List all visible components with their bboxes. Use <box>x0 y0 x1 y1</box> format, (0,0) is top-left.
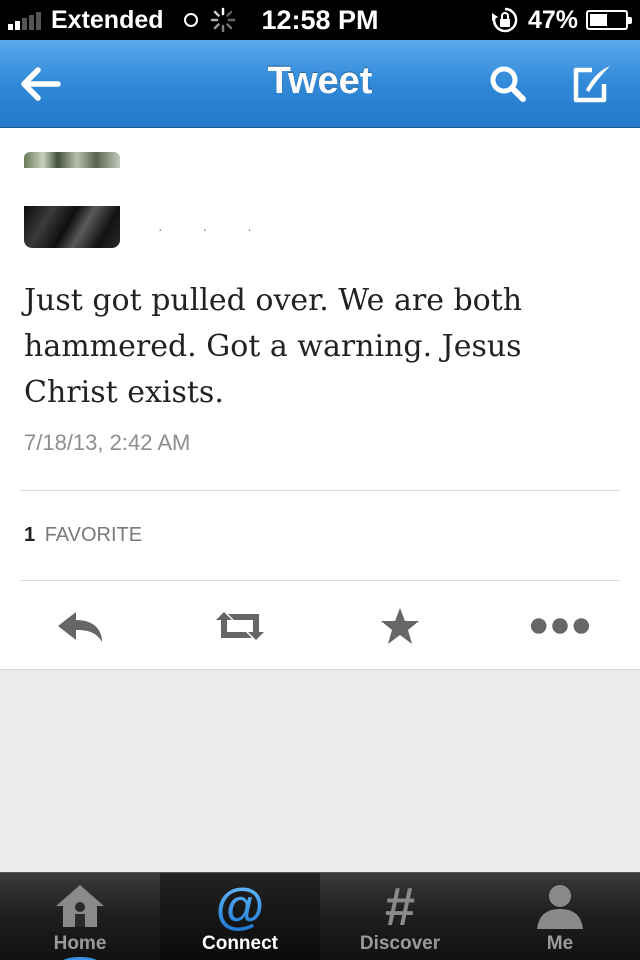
tab-connect[interactable]: @ Connect <box>160 873 320 960</box>
favorite-button[interactable] <box>370 602 430 650</box>
favorites-label: FAVORITE <box>44 524 143 546</box>
star-icon <box>381 608 419 644</box>
tab-label: Discover <box>359 933 441 954</box>
home-icon <box>56 885 104 927</box>
tweet-timestamp: 7/18/13, 2:42 AM <box>24 430 191 455</box>
tab-discover[interactable]: # Discover <box>320 873 480 960</box>
at-icon: @ <box>216 881 265 931</box>
nav-bar: Tweet <box>0 40 640 128</box>
divider <box>20 490 620 491</box>
more-icon <box>530 618 590 634</box>
svg-text:@: @ <box>216 881 265 931</box>
search-button[interactable] <box>482 58 534 110</box>
tab-label: Connect <box>202 933 278 954</box>
person-icon <box>537 885 583 929</box>
compose-button[interactable] <box>566 58 618 110</box>
page-title: Tweet <box>267 60 373 102</box>
divider <box>20 580 620 581</box>
user-name-placeholder: · · · <box>158 221 270 237</box>
tab-me[interactable]: Me <box>480 873 640 960</box>
tweet-text: Just got pulled over. We are both hammer… <box>24 283 523 410</box>
retweet-button[interactable] <box>210 602 270 650</box>
search-icon <box>490 66 526 102</box>
tab-label: Me <box>546 933 574 954</box>
more-button[interactable] <box>530 602 590 650</box>
reply-icon <box>58 612 102 642</box>
user-header-image[interactable] <box>24 152 120 168</box>
tab-label: Home <box>53 933 107 954</box>
svg-text:#: # <box>385 881 415 931</box>
status-bar: Extended 12:58 PM 47% <box>0 0 640 40</box>
favorites-count[interactable]: 1 FAVORITE <box>24 524 142 547</box>
favorites-number: 1 <box>24 524 36 546</box>
status-right: 47% <box>490 0 632 40</box>
tab-home[interactable]: Home <box>0 873 160 960</box>
avatar[interactable] <box>24 206 120 248</box>
retweet-icon <box>216 612 264 640</box>
rotation-lock-icon <box>491 7 518 33</box>
battery-percent: 47% <box>527 5 578 34</box>
battery-icon <box>586 10 632 30</box>
hash-icon: # <box>385 881 415 931</box>
tweet-detail-card: · · · Just got pulled over. We are both … <box>0 128 640 670</box>
compose-icon <box>573 66 610 103</box>
reply-button[interactable] <box>50 602 110 650</box>
tab-bar: Home @ Connect # Discover Me <box>0 872 640 960</box>
